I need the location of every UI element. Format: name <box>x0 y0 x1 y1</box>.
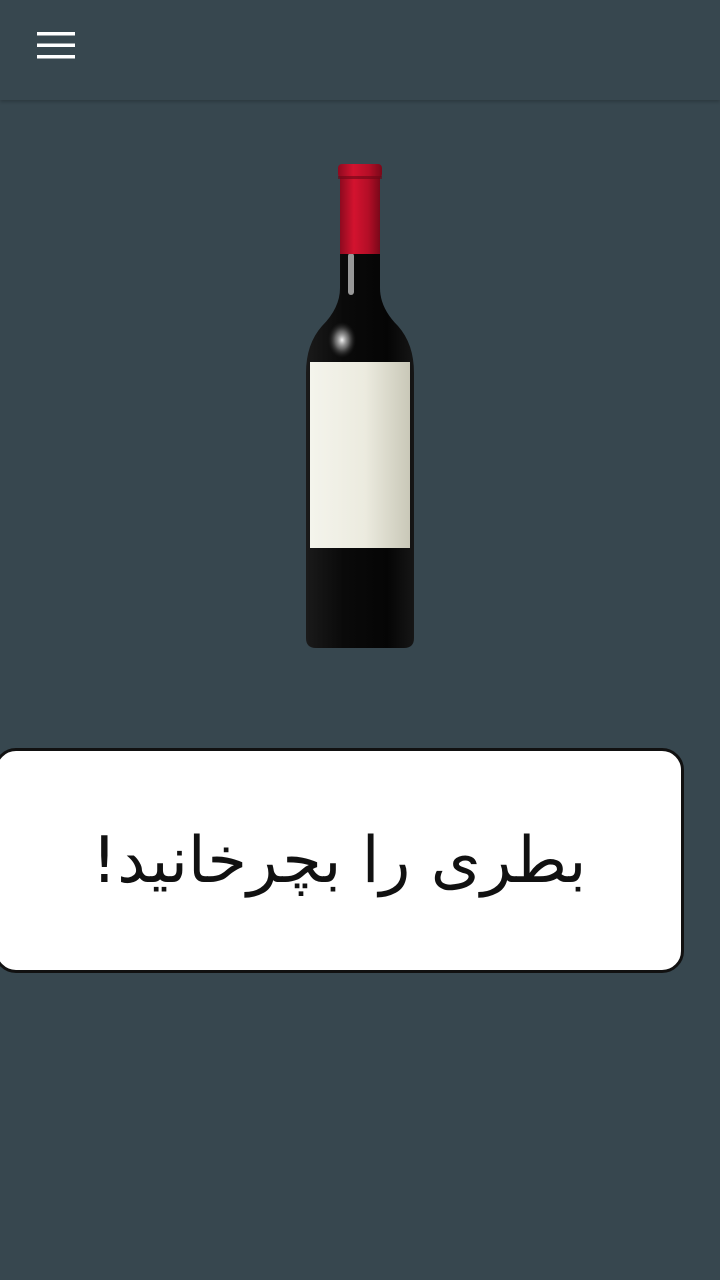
instruction-card: بطری را بچرخانید! <box>0 748 684 973</box>
app-bar <box>0 0 720 100</box>
instruction-text: بطری را بچرخانید! <box>91 823 587 898</box>
wine-bottle-icon <box>306 164 414 648</box>
spin-bottle[interactable] <box>290 158 430 658</box>
app-screen: بطری را بچرخانید! <box>0 0 720 1280</box>
menu-button[interactable] <box>20 22 92 70</box>
hamburger-menu-icon <box>37 32 75 59</box>
